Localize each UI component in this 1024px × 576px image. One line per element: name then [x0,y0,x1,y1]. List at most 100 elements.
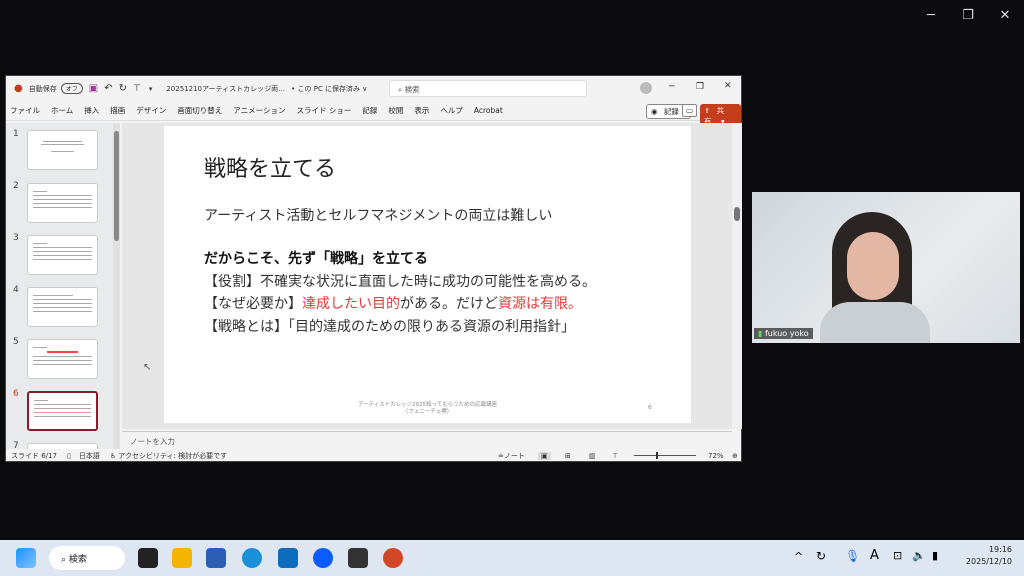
slide-canvas: 戦略を立てる アーティスト活動とセルフマネジメントの両立は難しい だからこそ、先… [122,123,732,429]
reading-view-icon[interactable]: ▥ [589,452,596,460]
taskbar-search[interactable]: ⌕ 検索 [49,546,125,570]
tab-insert[interactable]: 挿入 [84,105,99,116]
powerpoint-logo-icon: ● [14,83,23,94]
tab-slideshow[interactable]: スライド ショー [296,105,351,116]
zoom-slider-thumb[interactable] [656,452,658,459]
volume-icon[interactable]: 🔈 [912,549,926,562]
ime-icon[interactable]: A [870,548,879,563]
thumb-number: 2 [13,181,19,191]
close-button[interactable]: ✕ [995,8,1015,23]
thumbnail-slide-2[interactable] [27,183,98,223]
slide-counter: スライド 6/17 [11,452,57,460]
slide-scrollbar[interactable] [732,123,742,429]
slide-line-2: だからこそ、先ず「戦略」を立てる [204,251,428,267]
highlight-text: 資源は有限。 [498,296,582,312]
thumb-number: 7 [13,441,19,449]
autosave-toggle[interactable]: オフ [60,83,83,94]
thumb-number: 4 [13,285,19,295]
tab-design[interactable]: デザイン [136,105,166,116]
text: がある。だけど [400,296,498,312]
thumbnail-slide-5[interactable] [27,339,98,379]
slide-thumbnails: 1 2 3 4 5 6 7 [6,123,113,449]
present-icon[interactable]: ⊤ [133,84,141,94]
zoom-video-tile: ▮ fukuo yoko [752,192,1020,343]
time: 19:16 [988,545,1012,554]
search-icon: ⌕ [398,85,405,94]
tab-view[interactable]: 表示 [414,105,429,116]
thumbnail-slide-4[interactable] [27,287,98,327]
slideshow-icon[interactable]: ⊤ [612,452,618,460]
minimize-button[interactable]: ─ [921,8,941,23]
autosave-label: 自動保存 [28,84,57,93]
powerpoint-icon[interactable] [383,548,403,568]
slide-number: 6 [648,404,652,411]
word-icon[interactable] [206,548,226,568]
zoom-icon[interactable] [313,548,333,568]
notes-label: ノート [503,452,525,460]
tab-animations[interactable]: アニメーション [233,105,285,116]
accessibility-status[interactable]: ♿ アクセシビリティ: 検討が必要です [110,451,227,461]
name-text: fukuo yoko [764,329,809,338]
zoom-slider[interactable] [634,455,696,456]
title-bar: ● 自動保存 オフ ▣ ↶ ↻ ⊤ ▾ 20251210アーティストカレッジ両…… [6,76,741,101]
save-icon[interactable]: ▣ [89,83,98,94]
restore-button[interactable]: ❐ [696,82,704,92]
tab-transitions[interactable]: 画面切り替え [177,105,222,116]
normal-view-icon[interactable]: ▣ [538,452,551,460]
maximize-button[interactable]: ❐ [958,8,978,23]
notes-button[interactable]: ≐ノート [498,451,525,461]
network-icon[interactable]: ⊡ [893,549,902,562]
slide-line-4: 【なぜ必要か】達成したい目的がある。だけど資源は有限。 [204,293,582,313]
edge-icon[interactable] [242,548,262,568]
clock[interactable]: 19:16 2025/12/10 [962,545,1012,566]
date: 2025/12/10 [965,557,1012,566]
tab-help[interactable]: ヘルプ [440,105,463,116]
thumbnail-scrollbar[interactable] [113,123,120,449]
notes-input[interactable]: ノートを入力 [122,431,732,449]
tab-review[interactable]: 校閲 [388,105,403,116]
close-button[interactable]: ✕ [724,81,732,91]
thumb-number: 1 [13,129,19,139]
current-slide[interactable]: 戦略を立てる アーティスト活動とセルフマネジメントの両立は難しい だからこそ、先… [164,126,691,423]
fit-slide-icon[interactable]: ⊕ [732,452,738,460]
file-explorer-icon[interactable] [172,548,192,568]
undo-icon[interactable]: ↶ [104,83,112,94]
outlook-icon[interactable] [278,548,298,568]
tab-draw[interactable]: 描画 [110,105,125,116]
microphone-icon[interactable]: 🎙 [845,549,860,563]
comments-button[interactable]: ▭ [682,104,698,117]
minimize-button[interactable]: ─ [669,82,674,92]
taskbar: ⌕ 検索 ^ ↻ 🎙 A ⊡ 🔈 ▮ 19:16 2025/12/10 [0,540,1024,576]
sync-icon[interactable]: ↻ [816,549,826,563]
participant-name: ▮ fukuo yoko [754,328,813,339]
zoom-level[interactable]: 72% [708,452,724,460]
book-icon[interactable]: ▯ [67,452,71,460]
sticky-notes-icon[interactable] [348,548,368,568]
search-placeholder: 検索 [404,85,420,94]
account-avatar[interactable] [640,82,652,94]
thumbnail-slide-1[interactable] [27,130,98,170]
ribbon-tabs: ファイル ホーム 挿入 描画 デザイン 画面切り替え アニメーション スライド … [6,101,741,128]
chevron-up-icon[interactable]: ^ [794,550,803,563]
participant-body [820,302,930,343]
file-name[interactable]: 20251210アーティストカレッジ両… [166,84,285,94]
tab-record[interactable]: 記録 [362,105,377,116]
text: 【なぜ必要か】 [204,296,302,312]
tab-acrobat[interactable]: Acrobat [474,106,503,115]
redo-icon[interactable]: ↻ [119,83,127,94]
battery-icon[interactable]: ▮ [932,549,938,562]
sorter-view-icon[interactable]: ⊞ [565,452,571,460]
thumbnail-slide-3[interactable] [27,235,98,275]
slide-line-5: 【戦略とは】「目的達成のための限りある資源の利用指針」 [204,319,575,335]
participant-face [847,232,899,300]
language[interactable]: 日本語 [79,451,100,461]
start-icon[interactable] [16,548,36,568]
search-input[interactable]: ⌕ 検索 [389,80,587,97]
thumbnail-slide-6[interactable] [27,391,98,431]
customize-icon[interactable]: ▾ [149,85,153,93]
save-status[interactable]: • この PC に保存済み ∨ [291,84,367,94]
task-view-icon[interactable] [138,548,158,568]
slide-line-3: 【役割】不確実な状況に直面した時に成功の可能性を高める。 [204,274,596,290]
tab-file[interactable]: ファイル [10,105,40,116]
tab-home[interactable]: ホーム [51,105,73,116]
